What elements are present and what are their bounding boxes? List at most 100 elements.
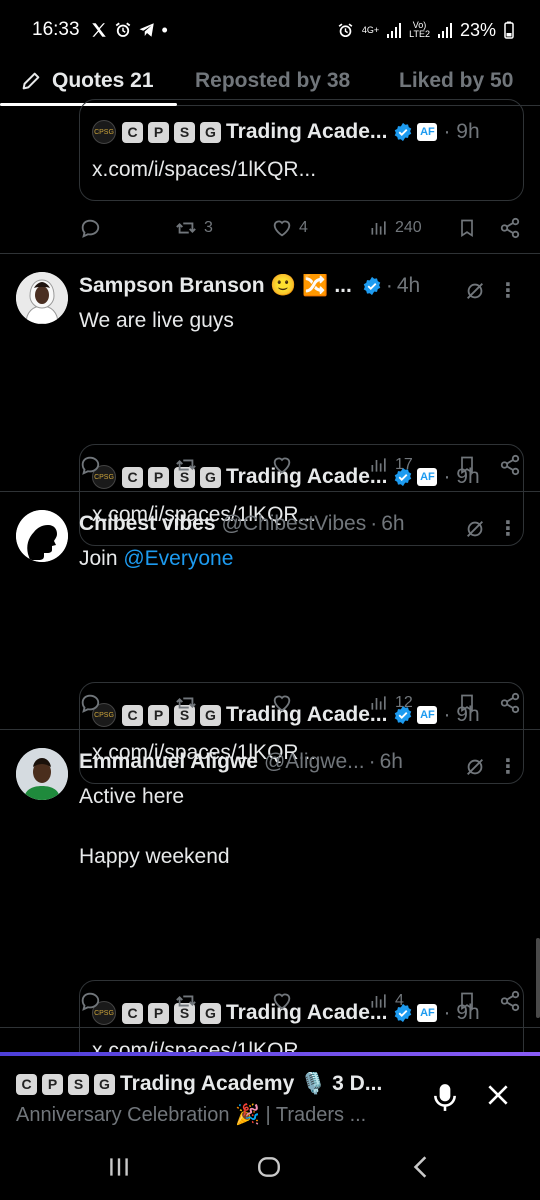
- repost-icon: [176, 697, 196, 709]
- status-left-icons: •: [90, 20, 168, 41]
- status-bar: 16:33 • 4G+ Vo) LTE2 23%: [0, 0, 540, 60]
- repost-button[interactable]: 3: [174, 214, 213, 242]
- signal-bars-icon: [437, 22, 452, 38]
- key-c: C: [122, 121, 143, 143]
- repost-icon: [176, 459, 196, 471]
- like-button[interactable]: [271, 987, 293, 1015]
- affiliate-badge: AF: [417, 123, 438, 141]
- heart-icon: [273, 457, 291, 474]
- avatar[interactable]: [16, 272, 68, 324]
- quote-post[interactable]: Chibest vibes @ChibestVibes · 6h ⋮ Join …: [0, 492, 540, 784]
- repost-button[interactable]: [174, 689, 198, 717]
- tab-liked-label: Liked by 50: [399, 69, 514, 92]
- views-icon: [371, 458, 386, 472]
- share-icon: [500, 692, 520, 714]
- quote-post[interactable]: Emmanuel Aligwe @Aligwe... · 6h ⋮ Active…: [0, 730, 540, 1082]
- battery-text: 23%: [459, 19, 496, 40]
- post-text: We are live guys: [79, 309, 234, 332]
- avatar[interactable]: [16, 510, 68, 562]
- more-options-icon[interactable]: ⋮: [498, 754, 518, 779]
- home-icon[interactable]: [256, 1154, 282, 1180]
- space-progress-line: [0, 1052, 540, 1056]
- like-button[interactable]: 4: [271, 214, 308, 242]
- grok-icon[interactable]: [464, 280, 486, 302]
- more-options-icon[interactable]: ⋮: [498, 516, 518, 541]
- grok-icon[interactable]: [464, 518, 486, 540]
- close-icon[interactable]: [485, 1082, 511, 1108]
- scrollbar[interactable]: [536, 938, 540, 1018]
- quoted-space-card[interactable]: CPSG C P S G Trading Acade... AF · 9h x.…: [79, 99, 524, 201]
- space-mini-player[interactable]: C P S G Trading Academy 🎙️ 3 D... Annive…: [0, 1052, 540, 1140]
- share-button[interactable]: [499, 689, 521, 717]
- key-p: P: [148, 121, 169, 143]
- alarm-icon: [115, 22, 130, 37]
- reply-button[interactable]: [79, 689, 101, 717]
- reply-button[interactable]: [79, 214, 107, 242]
- author-name[interactable]: Emmanuel Aligwe: [79, 750, 258, 774]
- repost-count: 3: [204, 219, 213, 236]
- share-button[interactable]: [499, 451, 521, 479]
- avatar[interactable]: [16, 748, 68, 800]
- views-button[interactable]: 12: [369, 689, 413, 717]
- bookmark-icon: [461, 992, 473, 1011]
- verified-badge-icon: [395, 122, 412, 142]
- views-button[interactable]: 240: [369, 214, 422, 242]
- tab-reposted-label: Reposted by 38: [195, 69, 351, 92]
- key-c: C: [16, 1073, 37, 1095]
- reply-button[interactable]: [79, 451, 101, 479]
- bookmark-button[interactable]: [457, 987, 477, 1015]
- bookmark-icon: [461, 456, 473, 475]
- repost-icon: [176, 995, 196, 1007]
- space-subtitle: Anniversary Celebration 🎉 | Traders ...: [16, 1104, 367, 1126]
- quoted-link[interactable]: x.com/i/spaces/1lKQR...: [92, 158, 316, 182]
- like-button[interactable]: [271, 689, 293, 717]
- quote-post[interactable]: Sampson Branson 🙂 🔀 ... · 4h ⋮ We are li…: [0, 254, 540, 546]
- author-handle[interactable]: @ChibestVibes: [222, 512, 367, 536]
- alarm-icon: [338, 22, 353, 37]
- quote-post[interactable]: CPSG C P S G Trading Acade... AF · 9h x.…: [0, 99, 540, 254]
- share-icon: [500, 990, 520, 1012]
- bookmark-button[interactable]: [457, 214, 477, 242]
- quoted-avatar: CPSG: [92, 120, 116, 144]
- grok-icon[interactable]: [464, 756, 486, 778]
- reply-icon: [81, 694, 100, 713]
- post-header: Sampson Branson 🙂 🔀 ... · 4h: [79, 274, 524, 298]
- quoted-name: Trading Acade...: [226, 120, 388, 143]
- post-time: 6h: [381, 512, 405, 535]
- separator-dot: ·: [370, 512, 378, 535]
- views-count: 17: [395, 456, 413, 473]
- bookmark-icon: [461, 219, 473, 238]
- views-button[interactable]: 17: [369, 451, 413, 479]
- tab-quotes-label: Quotes 21: [52, 69, 154, 92]
- heart-icon: [273, 220, 291, 237]
- more-options-icon[interactable]: ⋮: [498, 278, 518, 303]
- repost-button[interactable]: [174, 451, 198, 479]
- battery-icon: [504, 21, 514, 39]
- views-button[interactable]: 4: [369, 987, 404, 1015]
- views-icon: [371, 994, 386, 1008]
- space-title[interactable]: C P S G Trading Academy 🎙️ 3 D...: [16, 1072, 416, 1096]
- bookmark-button[interactable]: [457, 451, 477, 479]
- bookmark-button[interactable]: [457, 689, 477, 717]
- mention-link[interactable]: @Everyone: [123, 547, 233, 570]
- recent-apps-icon[interactable]: [106, 1154, 132, 1180]
- microphone-icon[interactable]: [432, 1082, 458, 1112]
- repost-button[interactable]: [174, 987, 198, 1015]
- author-name[interactable]: Sampson Branson 🙂 🔀 ...: [79, 274, 352, 298]
- like-button[interactable]: [271, 451, 293, 479]
- quoted-time: · 9h: [443, 120, 480, 143]
- reply-button[interactable]: [79, 987, 101, 1015]
- share-icon: [500, 217, 520, 239]
- share-button[interactable]: [499, 987, 521, 1015]
- author-handle[interactable]: @Aligwe...: [264, 750, 365, 774]
- reply-icon: [81, 992, 100, 1011]
- reply-icon: [81, 219, 100, 238]
- post-header: Emmanuel Aligwe @Aligwe... · 6h: [79, 750, 524, 774]
- network-lte-label: Vo) LTE2: [409, 20, 430, 39]
- back-icon[interactable]: [408, 1154, 434, 1180]
- author-name[interactable]: Chibest vibes: [79, 512, 216, 536]
- key-g: G: [94, 1073, 115, 1095]
- status-time: 16:33: [32, 19, 80, 40]
- heart-icon: [273, 993, 291, 1010]
- share-button[interactable]: [499, 214, 521, 242]
